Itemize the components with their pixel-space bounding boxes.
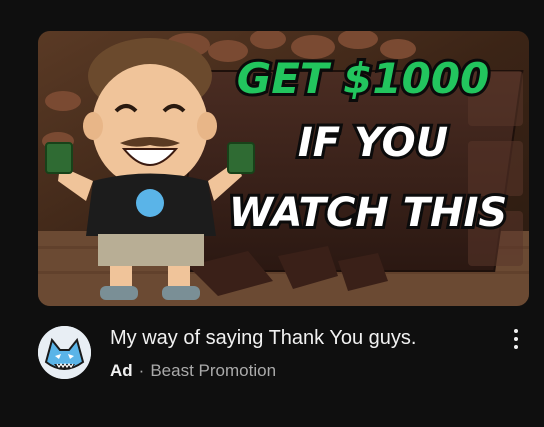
ad-video-card[interactable]: GET $1000 IF YOU WATCH THIS My way of sa… bbox=[38, 31, 529, 403]
thumb-text-line2: IF YOU bbox=[298, 120, 448, 166]
ad-subline: Ad · Beast Promotion bbox=[110, 360, 276, 382]
separator-dot: · bbox=[138, 361, 145, 380]
kebab-dot bbox=[514, 345, 518, 349]
more-vert-icon[interactable] bbox=[504, 325, 528, 353]
channel-name[interactable]: Beast Promotion bbox=[150, 361, 276, 380]
thumb-text-line1: GET $1000 bbox=[237, 54, 490, 103]
video-meta: My way of saying Thank You guys. Ad · Beas… bbox=[38, 323, 529, 403]
kebab-dot bbox=[514, 329, 518, 333]
kebab-dot bbox=[514, 337, 518, 341]
thumb-text-line3: WATCH THIS bbox=[229, 190, 507, 236]
beast-logo-icon bbox=[38, 326, 91, 379]
video-title[interactable]: My way of saying Thank You guys. bbox=[110, 325, 490, 351]
channel-avatar[interactable] bbox=[38, 326, 91, 379]
thumbnail-image: GET $1000 IF YOU WATCH THIS bbox=[38, 31, 529, 306]
ad-badge: Ad bbox=[110, 361, 133, 380]
video-thumbnail[interactable]: GET $1000 IF YOU WATCH THIS bbox=[38, 31, 529, 306]
